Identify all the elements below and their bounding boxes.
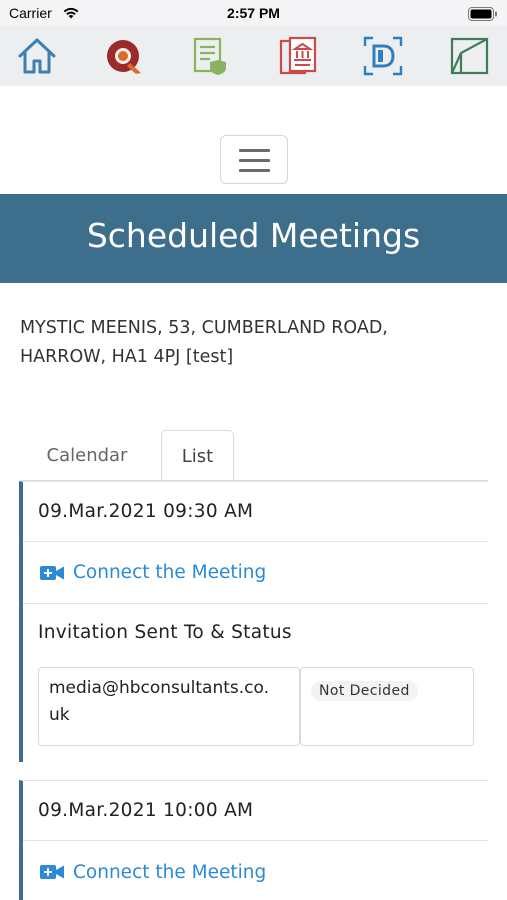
page-header-banner: Scheduled Meetings bbox=[0, 194, 507, 283]
menu-icon-bar bbox=[239, 149, 270, 152]
building-document-icon[interactable] bbox=[277, 35, 319, 77]
meeting-card: 09.Mar.2021 10:00 AM Connect the Meeting bbox=[19, 780, 488, 900]
meeting-datetime: 09.Mar.2021 10:00 AM bbox=[23, 781, 488, 841]
status-bar: Carrier 2:57 PM bbox=[0, 0, 507, 26]
app-toolbar bbox=[0, 26, 507, 86]
document-shield-icon[interactable] bbox=[190, 35, 232, 77]
invitee-email-line: uk bbox=[49, 705, 70, 725]
video-camera-icon bbox=[40, 565, 64, 581]
d-scan-icon[interactable] bbox=[362, 35, 404, 77]
video-camera-icon bbox=[40, 864, 64, 880]
folder-edit-icon[interactable] bbox=[449, 35, 491, 77]
battery-icon bbox=[468, 6, 498, 25]
tab-calendar[interactable]: Calendar bbox=[28, 430, 146, 481]
invitee-row: media@hbconsultants.co. uk Not Decided bbox=[23, 667, 488, 762]
clock-label: 2:57 PM bbox=[227, 5, 280, 21]
invitee-email-line: media@hbconsultants.co. bbox=[49, 678, 270, 698]
meeting-card: 09.Mar.2021 09:30 AM Connect the Meeting… bbox=[19, 481, 488, 762]
menu-toggle-button[interactable] bbox=[220, 135, 288, 184]
menu-icon-bar bbox=[239, 169, 270, 172]
connect-meeting-label[interactable]: Connect the Meeting bbox=[73, 562, 266, 583]
meeting-datetime: 09.Mar.2021 09:30 AM bbox=[23, 482, 488, 542]
status-badge: Not Decided bbox=[311, 681, 418, 701]
connect-meeting-label[interactable]: Connect the Meeting bbox=[73, 862, 266, 883]
page-title: Scheduled Meetings bbox=[86, 216, 421, 255]
connect-meeting-link[interactable]: Connect the Meeting bbox=[23, 841, 488, 900]
address-line: MYSTIC MEENIS, 53, CUMBERLAND ROAD, bbox=[20, 318, 388, 338]
invitee-status-cell: Not Decided bbox=[300, 667, 474, 746]
q-logo-icon[interactable] bbox=[103, 35, 145, 77]
invitation-heading: Invitation Sent To & Status bbox=[38, 622, 292, 643]
home-icon[interactable] bbox=[16, 35, 58, 77]
invitee-email: media@hbconsultants.co. uk bbox=[38, 667, 300, 746]
tab-list[interactable]: List bbox=[161, 430, 234, 481]
address-line: HARROW, HA1 4PJ [test] bbox=[20, 347, 234, 367]
menu-icon-bar bbox=[239, 159, 270, 162]
connect-meeting-link[interactable]: Connect the Meeting bbox=[23, 542, 488, 604]
property-address: MYSTIC MEENIS, 53, CUMBERLAND ROAD, HARR… bbox=[20, 314, 480, 372]
